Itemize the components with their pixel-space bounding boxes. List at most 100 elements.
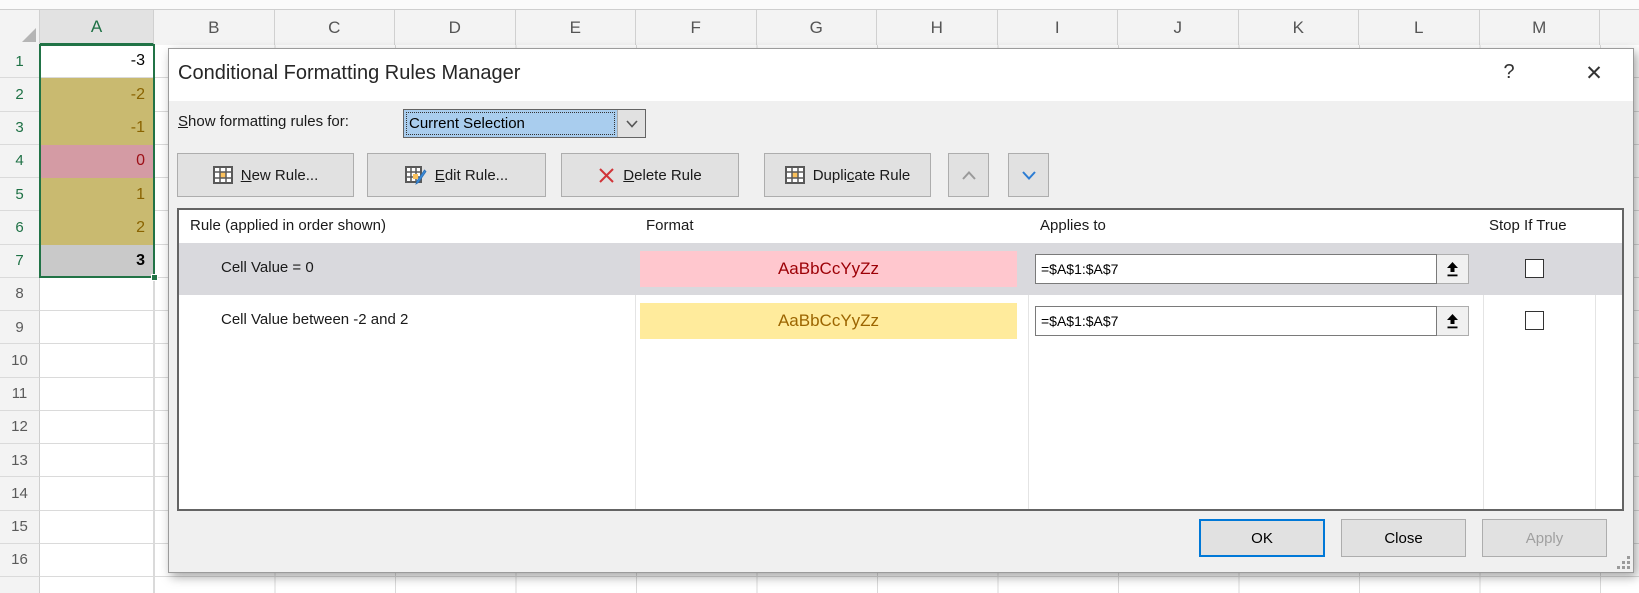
- table-icon: [213, 166, 233, 184]
- move-rule-down-button[interactable]: [1008, 153, 1049, 197]
- row-header-10[interactable]: 10: [0, 344, 40, 377]
- close-button[interactable]: Close: [1341, 519, 1466, 557]
- row-header-16[interactable]: 16: [0, 544, 40, 577]
- cell-A5[interactable]: 1: [40, 178, 154, 211]
- red-x-icon: [598, 167, 615, 184]
- row-header-13[interactable]: 13: [0, 444, 40, 477]
- chevron-up-icon: [962, 171, 976, 180]
- duplicate-rule-label: Duplicate Rule: [813, 167, 911, 184]
- column-header-D[interactable]: D: [395, 10, 516, 45]
- applies-to-input[interactable]: =$A$1:$A$7: [1035, 306, 1437, 336]
- move-rule-up-button[interactable]: [948, 153, 989, 197]
- cell-A4[interactable]: 0: [40, 145, 154, 178]
- cell-A11[interactable]: [40, 378, 154, 411]
- edit-rule-button[interactable]: Edit Rule...: [367, 153, 546, 197]
- rule-row-cell-value-0[interactable]: Cell Value = 0 AaBbCcYyZz =$A$1:$A$7: [179, 243, 1622, 295]
- chevron-down-icon: [626, 120, 638, 128]
- rule-row-cell-value-between[interactable]: Cell Value between -2 and 2 AaBbCcYyZz =…: [179, 295, 1622, 347]
- select-all-corner[interactable]: [0, 10, 40, 45]
- cell-A15[interactable]: [40, 511, 154, 544]
- scope-dropdown-value: Current Selection: [404, 110, 617, 137]
- resize-grip[interactable]: [1615, 554, 1631, 570]
- cell-A17[interactable]: [40, 577, 154, 593]
- col-header-format: Format: [646, 217, 694, 234]
- range-select-icon: [1446, 314, 1459, 329]
- row-header-5[interactable]: 5: [0, 178, 40, 211]
- row-header-8[interactable]: 8: [0, 278, 40, 311]
- select-all-icon: [22, 28, 36, 42]
- format-preview-swatch: AaBbCcYyZz: [640, 303, 1017, 339]
- row-header-3[interactable]: 3: [0, 112, 40, 145]
- applies-to-input[interactable]: =$A$1:$A$7: [1035, 254, 1437, 284]
- stop-if-true-checkbox[interactable]: [1525, 259, 1544, 278]
- applies-to-field: =$A$1:$A$7: [1035, 254, 1469, 284]
- col-header-rule: Rule (applied in order shown): [190, 217, 386, 234]
- column-header-I[interactable]: I: [998, 10, 1119, 45]
- row-header-12[interactable]: 12: [0, 411, 40, 444]
- cell-A16[interactable]: [40, 544, 154, 577]
- show-rules-label: Show formatting rules for:: [178, 113, 349, 130]
- cell-A1[interactable]: -3: [40, 45, 154, 78]
- scope-dropdown-button[interactable]: [617, 110, 645, 137]
- edit-rule-label: Edit Rule...: [435, 167, 508, 184]
- column-header-F[interactable]: F: [636, 10, 757, 45]
- cell-A14[interactable]: [40, 477, 154, 510]
- row-header-7[interactable]: 7: [0, 245, 40, 278]
- row-header-2[interactable]: 2: [0, 78, 40, 111]
- cell-A9[interactable]: [40, 311, 154, 344]
- apply-button[interactable]: Apply: [1482, 519, 1607, 557]
- scope-dropdown[interactable]: Current Selection: [403, 109, 646, 138]
- cell-A12[interactable]: [40, 411, 154, 444]
- cell-A2[interactable]: -2: [40, 78, 154, 111]
- excel-window: ABCDEFGHIJKLM 1-32-23-140516273891011121…: [0, 0, 1639, 593]
- row-header-9[interactable]: 9: [0, 311, 40, 344]
- column-header-A[interactable]: A: [40, 10, 154, 45]
- cell-A13[interactable]: [40, 444, 154, 477]
- row-header-6[interactable]: 6: [0, 211, 40, 244]
- cell-A6[interactable]: 2: [40, 211, 154, 244]
- column-header-E[interactable]: E: [516, 10, 637, 45]
- dialog-title: Conditional Formatting Rules Manager: [178, 62, 520, 85]
- row-header-4[interactable]: 4: [0, 145, 40, 178]
- duplicate-rule-button[interactable]: Duplicate Rule: [764, 153, 931, 197]
- column-header-G[interactable]: G: [757, 10, 878, 45]
- new-rule-label: New Rule...: [241, 167, 319, 184]
- cell-A7[interactable]: 3: [40, 245, 154, 278]
- column-header-K[interactable]: K: [1239, 10, 1360, 45]
- grid-cells-row-17[interactable]: [154, 577, 1639, 593]
- collapse-dialog-button[interactable]: [1437, 306, 1469, 336]
- col-header-applies: Applies to: [1040, 217, 1106, 234]
- delete-rule-button[interactable]: Delete Rule: [561, 153, 739, 197]
- column-header-J[interactable]: J: [1118, 10, 1239, 45]
- column-header-B[interactable]: B: [154, 10, 275, 45]
- row-header-14[interactable]: 14: [0, 477, 40, 510]
- chevron-down-icon: [1022, 171, 1036, 180]
- stop-if-true-checkbox[interactable]: [1525, 311, 1544, 330]
- row-header-11[interactable]: 11: [0, 378, 40, 411]
- row-header-1[interactable]: 1: [0, 45, 40, 78]
- cell-A10[interactable]: [40, 344, 154, 377]
- delete-rule-label: Delete Rule: [623, 167, 701, 184]
- collapse-dialog-button[interactable]: [1437, 254, 1469, 284]
- column-header-filler: [1600, 10, 1639, 45]
- new-rule-button[interactable]: New Rule...: [177, 153, 354, 197]
- table-icon: [785, 166, 805, 184]
- column-header-C[interactable]: C: [275, 10, 396, 45]
- edit-table-icon: [405, 166, 427, 185]
- column-header-M[interactable]: M: [1480, 10, 1601, 45]
- column-header-H[interactable]: H: [877, 10, 998, 45]
- help-icon[interactable]: ?: [1494, 61, 1524, 89]
- row-header-15[interactable]: 15: [0, 511, 40, 544]
- ok-button[interactable]: OK: [1199, 519, 1325, 557]
- rule-label: Cell Value = 0: [221, 259, 314, 276]
- row-header-17[interactable]: [0, 577, 40, 593]
- rules-list-header: Rule (applied in order shown) Format App…: [179, 210, 1622, 243]
- format-preview-swatch: AaBbCcYyZz: [640, 251, 1017, 287]
- column-header-L[interactable]: L: [1359, 10, 1480, 45]
- cell-A8[interactable]: [40, 278, 154, 311]
- cell-A3[interactable]: -1: [40, 112, 154, 145]
- dialog-titlebar[interactable]: Conditional Formatting Rules Manager ? ✕: [169, 49, 1633, 101]
- applies-to-field: =$A$1:$A$7: [1035, 306, 1469, 336]
- close-icon[interactable]: ✕: [1579, 61, 1609, 89]
- rules-list: Rule (applied in order shown) Format App…: [177, 208, 1624, 511]
